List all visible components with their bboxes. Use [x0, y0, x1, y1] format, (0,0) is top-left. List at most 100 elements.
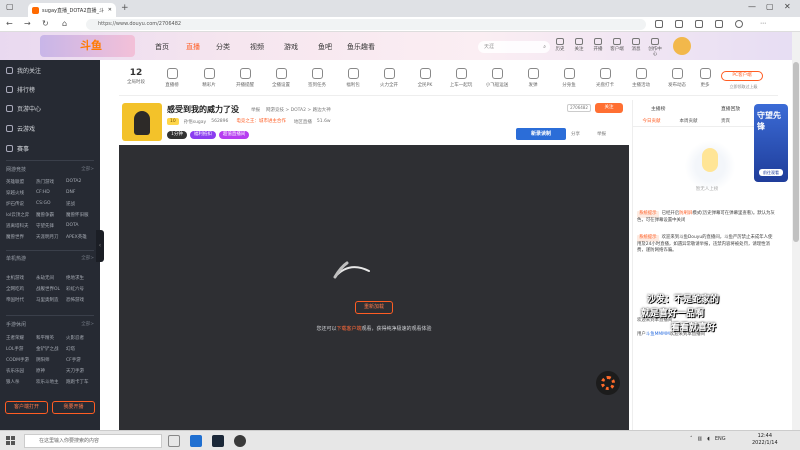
feature-gift[interactable]: 福利包 [338, 68, 368, 88]
category-link[interactable]: 热门游戏 [36, 179, 66, 185]
category-link[interactable]: 原神 [36, 368, 66, 374]
feature-fire[interactable]: 火力全开 [374, 68, 404, 88]
network-icon[interactable]: ▥ [698, 436, 703, 442]
feature-rank[interactable]: 直播榜 [157, 68, 187, 88]
feature-pk[interactable]: 全民PK [410, 68, 440, 88]
tab-anchor-rank[interactable]: 主播榜 [651, 105, 665, 112]
nav-live[interactable]: 直播 [186, 42, 200, 52]
follow-button[interactable]: 关注 [595, 103, 623, 113]
reload-button[interactable]: 重新加载 [355, 301, 393, 314]
tab-vip[interactable]: 贵宾 [707, 117, 744, 126]
category-link[interactable]: 魔兽争霸 [36, 212, 66, 218]
streamer-avatar[interactable] [122, 103, 162, 141]
start-stream-button[interactable]: 开播 [591, 38, 605, 52]
favorites-icon[interactable] [695, 20, 703, 28]
category-link[interactable]: 炉石传说 [6, 201, 36, 207]
category-link[interactable]: 战舰世界OL [36, 286, 66, 292]
honor-badge[interactable]: 电竞之王：城市进主合作 [233, 118, 289, 125]
minimize-icon[interactable]: — [748, 2, 756, 11]
category-link[interactable]: 全网吃鸡 [6, 286, 36, 292]
floating-game-button[interactable] [596, 371, 620, 395]
client-button[interactable]: 客户端 [610, 38, 624, 52]
video-player[interactable]: 重新加载 您还可以下载客户端观看，获得纯净极速的观看体验 [119, 145, 629, 430]
category-link[interactable]: APEX英雄 [66, 234, 96, 240]
steam-icon[interactable] [212, 435, 224, 447]
time-counter[interactable]: 12 全局时段 [125, 68, 147, 85]
category-link[interactable]: 逆战 [66, 201, 96, 207]
edge-browser-icon[interactable] [190, 435, 202, 447]
scrollbar-thumb[interactable] [793, 62, 799, 242]
category-link[interactable]: CF手游 [66, 357, 96, 363]
page-scrollbar[interactable] [792, 32, 800, 430]
tab-today[interactable]: 今日贡献 [633, 117, 670, 126]
feature-settings[interactable]: 全播设置 [266, 68, 296, 88]
streamer-name[interactable]: 孙悟sugay [184, 119, 206, 125]
category-link[interactable]: 农乐乐园 [6, 368, 36, 374]
nav-yuba[interactable]: 鱼吧 [318, 42, 332, 52]
sidebar-item-webgame[interactable]: 页游中心 [6, 104, 41, 113]
window-menu-icon[interactable]: ▢ [6, 2, 14, 11]
user-avatar[interactable] [673, 37, 691, 55]
new-tab-icon[interactable]: + [121, 3, 129, 13]
search-input[interactable]: 天涯 ⌕ [478, 41, 550, 53]
category-link[interactable]: 天涯明月刀 [36, 234, 66, 240]
extension-icon[interactable] [655, 20, 663, 28]
input-language[interactable]: ENG [715, 436, 726, 442]
nav-home[interactable]: 首页 [155, 42, 169, 52]
search-icon[interactable]: ⌕ [543, 41, 546, 53]
category-link[interactable]: 幻塔 [66, 346, 96, 352]
site-logo[interactable]: 斗鱼 [40, 35, 135, 57]
feature-more[interactable]: 更多 [690, 68, 720, 88]
sidebar-item-follow[interactable]: 我的关注 [6, 66, 41, 75]
category-link[interactable]: LOL手游 [6, 346, 36, 352]
pc-client-button[interactable]: PC客户端 [721, 71, 763, 81]
category-link[interactable]: 火影忍者 [66, 335, 96, 341]
report-link[interactable]: 举报 [251, 107, 260, 113]
section-more-mobile[interactable]: 全部> [81, 321, 94, 327]
category-link[interactable]: 欢乐斗地主 [36, 379, 66, 385]
taskbar-clock[interactable]: 12:44 2022/1/14 [752, 433, 778, 447]
reload-icon[interactable]: ↻ [42, 19, 49, 28]
category-link[interactable]: 永劫无间 [36, 275, 66, 281]
promo-banner[interactable]: 新录读制 [516, 128, 566, 140]
close-window-icon[interactable]: ✕ [784, 2, 791, 11]
taskbar-search-input[interactable]: 在这里输入你要搜索的内容 [24, 434, 162, 448]
back-icon[interactable]: ← [6, 19, 13, 28]
feature-remind[interactable]: 开播提醒 [230, 68, 260, 88]
creator-button[interactable]: 创作中心 [648, 38, 662, 57]
follow-button[interactable]: 关注 [572, 38, 586, 52]
sidebar-item-rank[interactable]: 排行榜 [6, 85, 35, 94]
category-link[interactable]: 魔兽怀旧服 [66, 212, 96, 218]
category-link[interactable]: 马里奥制造 [36, 297, 66, 303]
category-link[interactable]: 金铲铲之战 [36, 346, 66, 352]
tag-item[interactable]: 1分钟 [167, 131, 187, 139]
browser-tab[interactable]: sugay直播_DOTA2直播_斗 ✕ [28, 3, 116, 17]
windows-start-icon[interactable] [6, 436, 16, 446]
category-link[interactable]: lol云顶之弈 [6, 212, 36, 218]
category-link[interactable]: 帝国时代 [6, 297, 36, 303]
app-icon[interactable] [234, 435, 246, 447]
feature-clone[interactable]: 分身鱼 [554, 68, 584, 88]
history-button[interactable]: 历史 [553, 38, 567, 52]
tab-replay[interactable]: 直播回放 [721, 105, 740, 112]
tag-item[interactable]: 福利抵扣 [189, 131, 216, 139]
category-link[interactable]: DOTA [66, 223, 96, 229]
download-client-link[interactable]: 下载客户端 [336, 326, 361, 332]
category-link[interactable]: DOTA2 [66, 179, 96, 185]
category-link[interactable]: 穿越火线 [6, 190, 36, 196]
category-breadcrumb[interactable]: 网游竞技 > DOTA2 > 路边大神 [266, 107, 331, 113]
category-link[interactable]: DNF [66, 190, 96, 196]
category-link[interactable]: 守望先锋 [36, 223, 66, 229]
category-link[interactable]: 和平精英 [36, 335, 66, 341]
tab-week[interactable]: 本周贡献 [670, 117, 707, 126]
feature-danmu[interactable]: 发弹 [518, 68, 548, 88]
category-link[interactable]: 阴阳师 [36, 357, 66, 363]
volume-icon[interactable]: ◖ [707, 436, 710, 442]
tag-item[interactable]: 超值直播间 [218, 131, 250, 139]
feature-disc[interactable]: 光盘打卡 [590, 68, 620, 88]
game-banner-button[interactable]: 前往观看 [759, 169, 783, 176]
category-link[interactable]: 主机游戏 [6, 275, 36, 281]
sidebar-collapse-handle[interactable]: ‹ [96, 230, 104, 262]
tab-close-icon[interactable]: ✕ [108, 7, 112, 13]
maximize-icon[interactable]: ▢ [766, 2, 774, 11]
